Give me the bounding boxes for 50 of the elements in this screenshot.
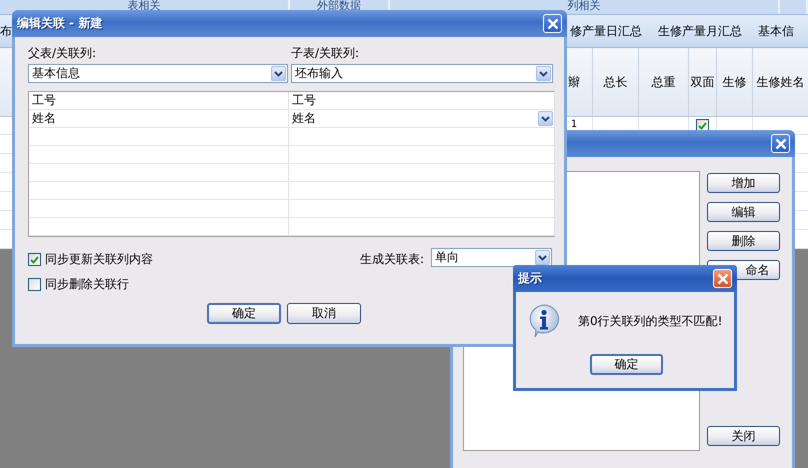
close-icon	[716, 272, 728, 284]
close-icon	[546, 18, 558, 30]
window-title: 编辑关联 - 新建	[17, 15, 102, 32]
checkbox-label[interactable]: 同步删除关联行	[45, 276, 129, 293]
field-label: 生成关联表:	[360, 251, 424, 268]
dropdown-button[interactable]	[536, 66, 551, 81]
tab[interactable]: 基本信	[750, 22, 802, 40]
dropdown-field[interactable]: 单向	[431, 248, 552, 267]
dropdown-button[interactable]	[271, 66, 286, 81]
button[interactable]: 编辑	[707, 202, 780, 222]
chevron-icon	[541, 116, 550, 122]
table-cell-text: 工号	[291, 92, 317, 109]
column-header[interactable]: 总长	[592, 48, 638, 116]
button[interactable]: 关闭	[707, 426, 780, 446]
button[interactable]: 增加	[707, 173, 780, 193]
button[interactable]: 删除	[707, 231, 780, 251]
dropdown-field[interactable]: 基本信息	[28, 64, 288, 83]
tab[interactable]: 修产量日汇总	[570, 22, 650, 40]
button[interactable]: 取消	[287, 303, 361, 324]
dropdown-field[interactable]: 坯布输入	[291, 64, 553, 83]
button[interactable]: 确定	[590, 354, 663, 375]
dropdown-button[interactable]	[538, 111, 553, 126]
column-header[interactable]: 双面	[688, 48, 716, 116]
field-label: 父表/关联列:	[28, 45, 98, 62]
column-header[interactable]: 生修姓名	[752, 48, 808, 116]
table-cell: 姓名	[29, 110, 289, 127]
column-header[interactable]: 生修	[716, 48, 752, 116]
close-button[interactable]	[543, 14, 562, 33]
message-text: 第0行关联列的类型不匹配!	[578, 312, 722, 330]
window-title: 提示	[518, 270, 542, 287]
chevron-icon	[539, 70, 548, 76]
table-cell: 工号	[29, 92, 289, 109]
column-header[interactable]: 总重	[638, 48, 688, 116]
checkbox[interactable]	[28, 278, 41, 291]
tab[interactable]: 布	[0, 22, 12, 40]
tab[interactable]: 生修产量月汇总	[650, 22, 750, 40]
chevron-icon	[538, 254, 547, 260]
close-button[interactable]	[713, 269, 732, 288]
dropdown-field[interactable]: 姓名	[289, 110, 554, 127]
button[interactable]: 确定	[207, 303, 281, 324]
check-icon	[698, 122, 707, 130]
check-icon	[30, 256, 39, 264]
close-icon	[774, 138, 786, 150]
checkbox[interactable]	[28, 253, 41, 266]
close-button[interactable]	[771, 134, 790, 153]
chevron-icon	[274, 70, 283, 76]
field-label: 子表/关联列:	[291, 45, 360, 62]
info-icon	[527, 304, 561, 338]
checkbox-label[interactable]: 同步更新关联列内容	[45, 251, 153, 268]
dropdown-button[interactable]	[535, 250, 550, 265]
